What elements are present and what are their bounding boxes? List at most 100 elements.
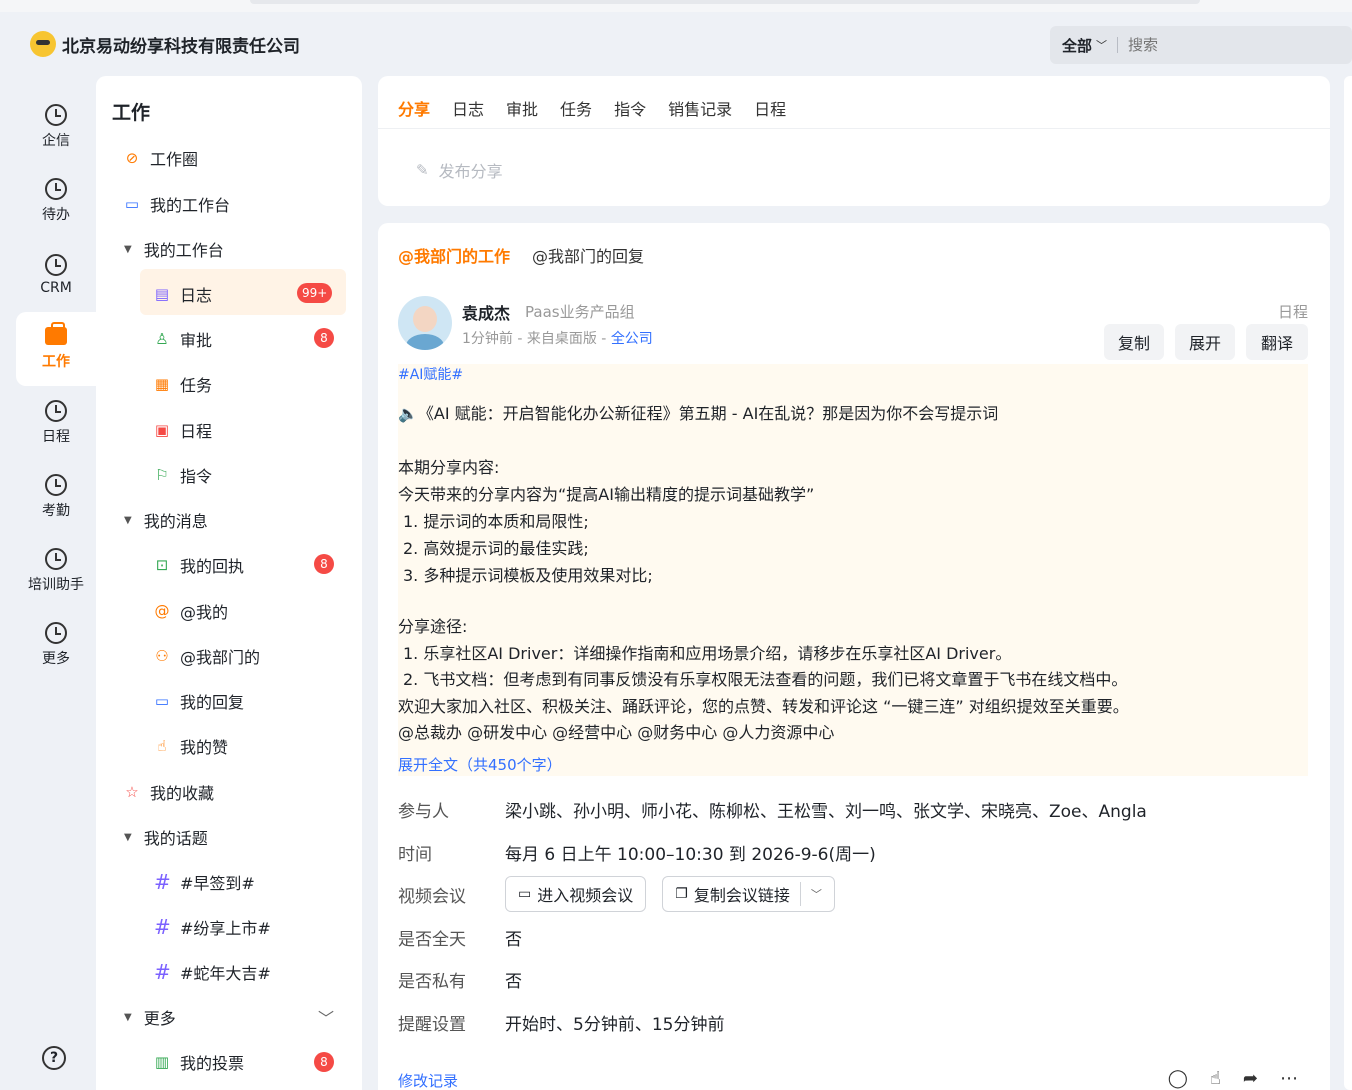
- calendar-icon: ▣: [154, 421, 170, 439]
- expand-full-link[interactable]: 展开全文（共450个字）: [398, 754, 562, 775]
- menu-item-likes[interactable]: ☝ 我的赞: [154, 731, 228, 761]
- nav-label: 日程: [42, 429, 70, 445]
- clock-icon: [45, 622, 67, 644]
- briefcase-icon: [45, 322, 67, 345]
- nav-item-more[interactable]: 更多: [16, 608, 96, 682]
- menu-group-messages[interactable]: ▼ 我的消息: [124, 505, 208, 535]
- tab-command[interactable]: 指令: [614, 96, 646, 120]
- compose-placeholder: 发布分享: [438, 162, 503, 181]
- like-icon[interactable]: ☝: [1210, 1068, 1221, 1089]
- menu-item-topic[interactable]: # #早签到#: [154, 867, 255, 897]
- hash-icon: #: [154, 915, 171, 939]
- clock-icon: [45, 474, 67, 496]
- tab-schedule[interactable]: 日程: [754, 96, 786, 120]
- field-label: 是否私有: [398, 972, 466, 992]
- field-value: 否: [505, 930, 522, 950]
- menu-group-more[interactable]: ▼ 更多 ﹀: [124, 1002, 334, 1032]
- menu-label: @我部门的: [180, 648, 261, 667]
- nav-item-crm[interactable]: CRM: [16, 238, 96, 312]
- comment-icon[interactable]: ◯: [1168, 1068, 1188, 1089]
- expand-button[interactable]: 展开: [1175, 324, 1235, 360]
- content-line: @总裁办 @研发中心 @经营中心 @财务中心 @人力资源中心: [398, 723, 835, 742]
- chevron-down-icon[interactable]: ﹀: [811, 886, 822, 902]
- menu-label: 日志: [180, 286, 213, 305]
- nav-item-schedule[interactable]: 日程: [16, 386, 96, 460]
- author-name[interactable]: 袁成杰: [462, 300, 510, 324]
- menu-item-favorites[interactable]: ☆ 我的收藏: [124, 777, 214, 807]
- log-badge: 99+: [297, 283, 333, 303]
- content-line: 本期分享内容:: [398, 458, 500, 477]
- tab-sales[interactable]: 销售记录: [668, 96, 732, 120]
- tab-dept-reply[interactable]: @我部门的回复: [532, 243, 644, 267]
- nav-item-work[interactable]: 工作: [16, 312, 96, 386]
- menu-item-task[interactable]: ▦ 任务: [154, 369, 212, 399]
- menu-item-at-me[interactable]: @ @我的: [154, 596, 229, 626]
- menu-label: @我的: [180, 603, 229, 622]
- field-time: 时间 每月 6 日上午 10:00–10:30 到 2026-9-6(周一): [398, 840, 876, 865]
- search-scope[interactable]: 全部: [1062, 35, 1092, 56]
- tab-approval[interactable]: 审批: [506, 96, 538, 120]
- menu-item-approval[interactable]: ♙ 审批: [154, 324, 212, 354]
- post-hashtag[interactable]: #AI赋能#: [398, 364, 463, 384]
- menu-label: 任务: [180, 376, 213, 395]
- button-label: 进入视频会议: [537, 886, 634, 905]
- compose-panel: 分享 日志 审批 任务 指令 销售记录 日程 ✎ 发布分享: [378, 76, 1330, 206]
- approval-icon: ♙: [155, 330, 169, 348]
- caret-down-icon: ▼: [124, 831, 132, 843]
- tab-task[interactable]: 任务: [560, 96, 592, 120]
- nav-item-attendance[interactable]: 考勤: [16, 460, 96, 534]
- share-icon[interactable]: ➦: [1243, 1068, 1258, 1089]
- clock-icon: [45, 104, 67, 126]
- menu-label: 我的回执: [180, 557, 245, 576]
- modify-history-link[interactable]: 修改记录: [398, 1070, 458, 1090]
- content-line: 2. 飞书文档：但考虑到有同事反馈没有乐享权限无法查看的问题，我们已将文章置于飞…: [403, 670, 1128, 689]
- field-participants: 参与人 梁小跳、孙小明、师小花、陈柳松、王松雪、刘一鸣、张文学、宋晓亮、Zoe、A…: [398, 797, 1147, 822]
- menu-item-vote[interactable]: ▥ 我的投票: [154, 1047, 244, 1077]
- menu-item-at-dept[interactable]: ⚇ @我部门的: [154, 641, 260, 671]
- nav-item-training[interactable]: 培训助手: [16, 534, 96, 608]
- compose-input[interactable]: ✎ 发布分享: [416, 158, 503, 182]
- chevron-down-icon[interactable]: ﹀: [318, 1005, 334, 1029]
- search-input[interactable]: [1128, 36, 1279, 54]
- menu-label: 审批: [180, 331, 213, 350]
- flag-icon: ⚐: [155, 466, 169, 484]
- menu-group-topics[interactable]: ▼ 我的话题: [124, 822, 208, 852]
- field-label: 是否全天: [398, 930, 466, 950]
- menu-item-reply[interactable]: ▭ 我的回复: [154, 686, 244, 716]
- copy-link-button[interactable]: ❐ 复制会议链接 ﹀: [662, 876, 835, 912]
- menu-item-topic[interactable]: # #纷享上市#: [154, 912, 271, 942]
- clock-icon: [45, 548, 67, 570]
- nav-item-todo[interactable]: 待办: [16, 164, 96, 238]
- menu-item-calendar[interactable]: ▣ 日程: [154, 415, 212, 445]
- menu-item-workbench[interactable]: ▭ 我的工作台: [124, 189, 230, 219]
- chevron-down-icon[interactable]: ﹀: [1096, 37, 1107, 53]
- menu-item-log[interactable]: ▤ 日志: [154, 279, 212, 309]
- nav-label: 培训助手: [28, 577, 84, 593]
- menu-item-receipt[interactable]: ⊡ 我的回执: [154, 550, 244, 580]
- more-icon[interactable]: ⋯: [1280, 1068, 1298, 1089]
- menu-item-work-circle[interactable]: ⊘ 工作圈: [124, 143, 198, 173]
- menu-item-topic[interactable]: # #蛇年大吉#: [154, 957, 271, 987]
- avatar[interactable]: [398, 296, 452, 350]
- visibility-link[interactable]: 全公司: [611, 331, 653, 347]
- feed-tabs: 分享 日志 审批 任务 指令 销售记录 日程: [398, 96, 786, 120]
- receipt-icon: ⊡: [155, 556, 169, 574]
- nav-label: 考勤: [42, 503, 70, 519]
- tab-dept-work[interactable]: @我部门的工作: [398, 243, 510, 267]
- menu-group-workbench[interactable]: ▼ 我的工作台: [124, 234, 224, 264]
- menu-label: 我的收藏: [150, 784, 215, 803]
- translate-button[interactable]: 翻译: [1246, 324, 1308, 360]
- post-meta: 1分钟前 - 来自桌面版 - 全公司: [462, 328, 653, 348]
- nav-item-qixin[interactable]: 企信: [16, 90, 96, 164]
- nav-label: 企信: [42, 133, 70, 149]
- help-icon[interactable]: ?: [42, 1046, 66, 1070]
- tab-log[interactable]: 日志: [452, 96, 484, 120]
- menu-item-command[interactable]: ⚐ 指令: [154, 460, 212, 490]
- copy-button[interactable]: 复制: [1104, 324, 1164, 360]
- field-value: 开始时、5分钟前、15分钟前: [505, 1015, 725, 1035]
- join-video-button[interactable]: ▭ 进入视频会议: [505, 876, 647, 912]
- author-dept: Paas业务产品组: [525, 303, 635, 321]
- search-box[interactable]: 全部 ﹀: [1050, 26, 1352, 64]
- tab-share[interactable]: 分享: [398, 96, 430, 120]
- content-line: 今天带来的分享内容为“提高AI输出精度的提示词基础教学”: [398, 485, 815, 504]
